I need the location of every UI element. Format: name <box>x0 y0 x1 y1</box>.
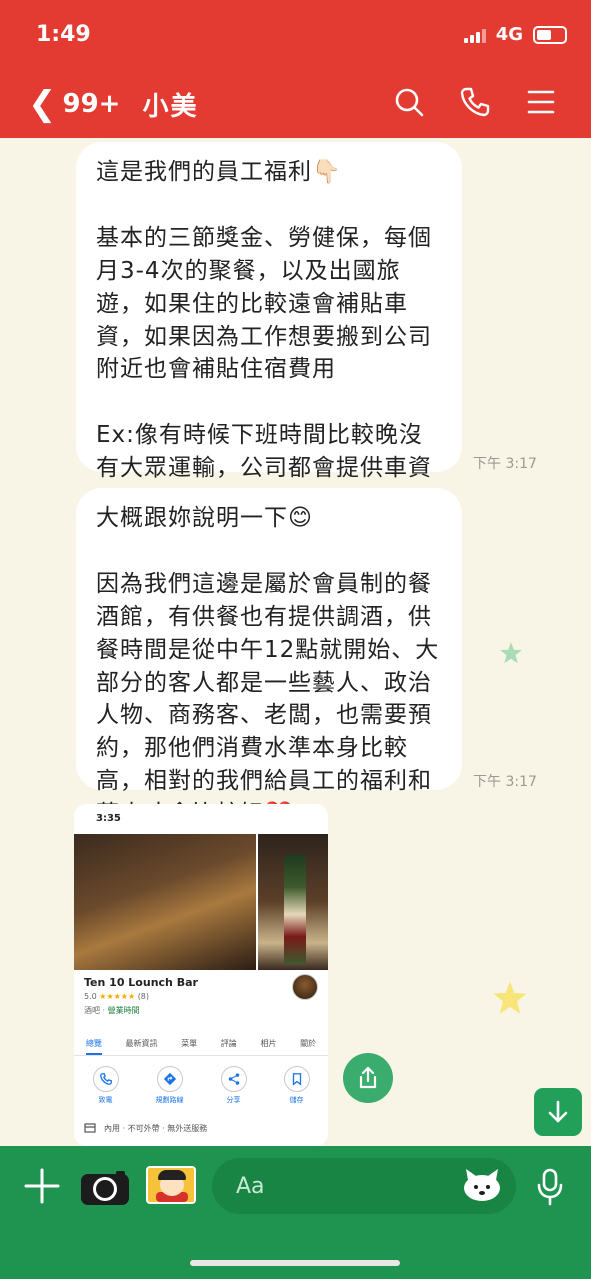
business-category: 酒吧 <box>84 1006 100 1015</box>
emoji-icon[interactable] <box>460 1166 504 1204</box>
message-text: 大概跟妳說明一下😊 <box>96 505 313 531</box>
message-text: 因為我們這邊是屬於會員制的餐酒館，有供餐也有提供調酒，供餐時間是從中午12點就開… <box>96 570 440 827</box>
share-button[interactable] <box>343 1053 393 1103</box>
business-tabs: 總覽 最新資訊 菜單 評論 相片 關於 <box>74 1032 328 1056</box>
share-icon <box>359 1066 377 1089</box>
top-bar: 1:49 4G ❮ 99+ 小美 <box>0 0 591 138</box>
message-text: 這是我們的員工福利👇🏻 <box>96 159 342 185</box>
star-decoration-icon <box>500 642 522 664</box>
action-directions: 規劃路線 <box>156 1066 184 1105</box>
business-meta: 酒吧 · 營業時間 <box>84 1006 140 1015</box>
directions-icon <box>163 1072 176 1086</box>
message-text: 基本的三節獎金、勞健保，每個月3-4次的聚餐，以及出國旅遊，如果住的比較遠會補貼… <box>96 224 432 383</box>
back-button[interactable]: ❮ 99+ <box>28 87 120 121</box>
action-call: 致電 <box>92 1066 119 1105</box>
business-name: Ten 10 Lounch Bar <box>84 976 198 989</box>
camera-icon[interactable] <box>80 1170 130 1206</box>
action-label: 分享 <box>226 1096 241 1104</box>
action-share: 分享 <box>220 1066 247 1105</box>
status-indicators: 4G <box>463 24 567 45</box>
chevron-left-icon: ❮ <box>28 84 57 124</box>
bar-photo <box>74 834 256 970</box>
battery-icon <box>533 25 567 44</box>
message-input-placeholder: Aa <box>236 1174 265 1199</box>
tab-photos: 相片 <box>260 1039 277 1048</box>
bottle-graphic <box>284 854 306 964</box>
message-bubble[interactable]: 這是我們的員工福利👇🏻 基本的三節獎金、勞健保，每個月3-4次的聚餐，以及出國旅… <box>76 142 462 514</box>
action-label: 致電 <box>98 1096 113 1104</box>
shared-image-status-time: 3:35 <box>96 813 121 824</box>
star-decoration-icon <box>493 981 527 1014</box>
bookmark-icon <box>292 1073 301 1086</box>
storefront-icon <box>84 1123 96 1133</box>
composer-bar: Aa <box>0 1146 591 1279</box>
network-label: 4G <box>495 24 523 45</box>
tab-updates: 最新資訊 <box>125 1039 158 1048</box>
phone-icon[interactable] <box>459 86 491 118</box>
home-indicator <box>190 1260 400 1266</box>
business-rating: 5.0 ★★★★★ (8) <box>84 992 149 1001</box>
signal-icon <box>463 27 486 43</box>
business-services: 內用 · 不可外帶 · 無外送服務 <box>84 1122 207 1134</box>
action-save: 儲存 <box>283 1066 310 1105</box>
tab-menu: 菜單 <box>181 1039 198 1048</box>
share-icon <box>228 1073 239 1085</box>
sticker-button[interactable] <box>146 1166 196 1204</box>
search-icon[interactable] <box>393 86 425 118</box>
chat-title: 小美 <box>142 91 199 122</box>
status-time: 1:49 <box>36 22 91 47</box>
rating-value: 5.0 <box>84 992 97 1001</box>
message-input[interactable]: Aa <box>212 1158 516 1214</box>
tab-overview: 總覽 <box>85 1032 102 1055</box>
avatar <box>292 974 318 1000</box>
phone-icon <box>99 1073 112 1085</box>
action-label: 規劃路線 <box>155 1096 184 1104</box>
tab-about: 關於 <box>300 1039 317 1048</box>
message-timestamp: 下午 3:17 <box>473 774 537 790</box>
arrow-down-icon <box>548 1100 568 1123</box>
scroll-to-bottom-button[interactable] <box>534 1088 582 1136</box>
menu-icon[interactable] <box>525 86 557 118</box>
rating-stars: ★★★★★ <box>99 992 136 1001</box>
plus-icon[interactable] <box>22 1166 62 1206</box>
tab-reviews: 評論 <box>220 1039 237 1048</box>
hours-label: 營業時間 <box>107 1006 140 1015</box>
action-label: 儲存 <box>289 1096 304 1104</box>
unread-count: 99+ <box>62 89 121 119</box>
chat-header: ❮ 99+ 小美 <box>0 80 591 128</box>
microphone-icon[interactable] <box>536 1168 564 1206</box>
message-bubble[interactable]: 大概跟妳說明一下😊 因為我們這邊是屬於會員制的餐酒館，有供餐也有提供調酒，供餐時… <box>76 488 462 827</box>
business-actions: 致電 規劃路線 分享 儲存 <box>74 1066 328 1105</box>
message-timestamp: 下午 3:17 <box>473 456 537 472</box>
services-text: 內用 · 不可外帶 · 無外送服務 <box>104 1123 208 1133</box>
shared-image-message[interactable]: 3:35 Ten 10 Lounch Bar 5.0 ★★★★★ (8) 酒吧 … <box>74 804 328 1146</box>
review-count: (8) <box>137 992 150 1001</box>
